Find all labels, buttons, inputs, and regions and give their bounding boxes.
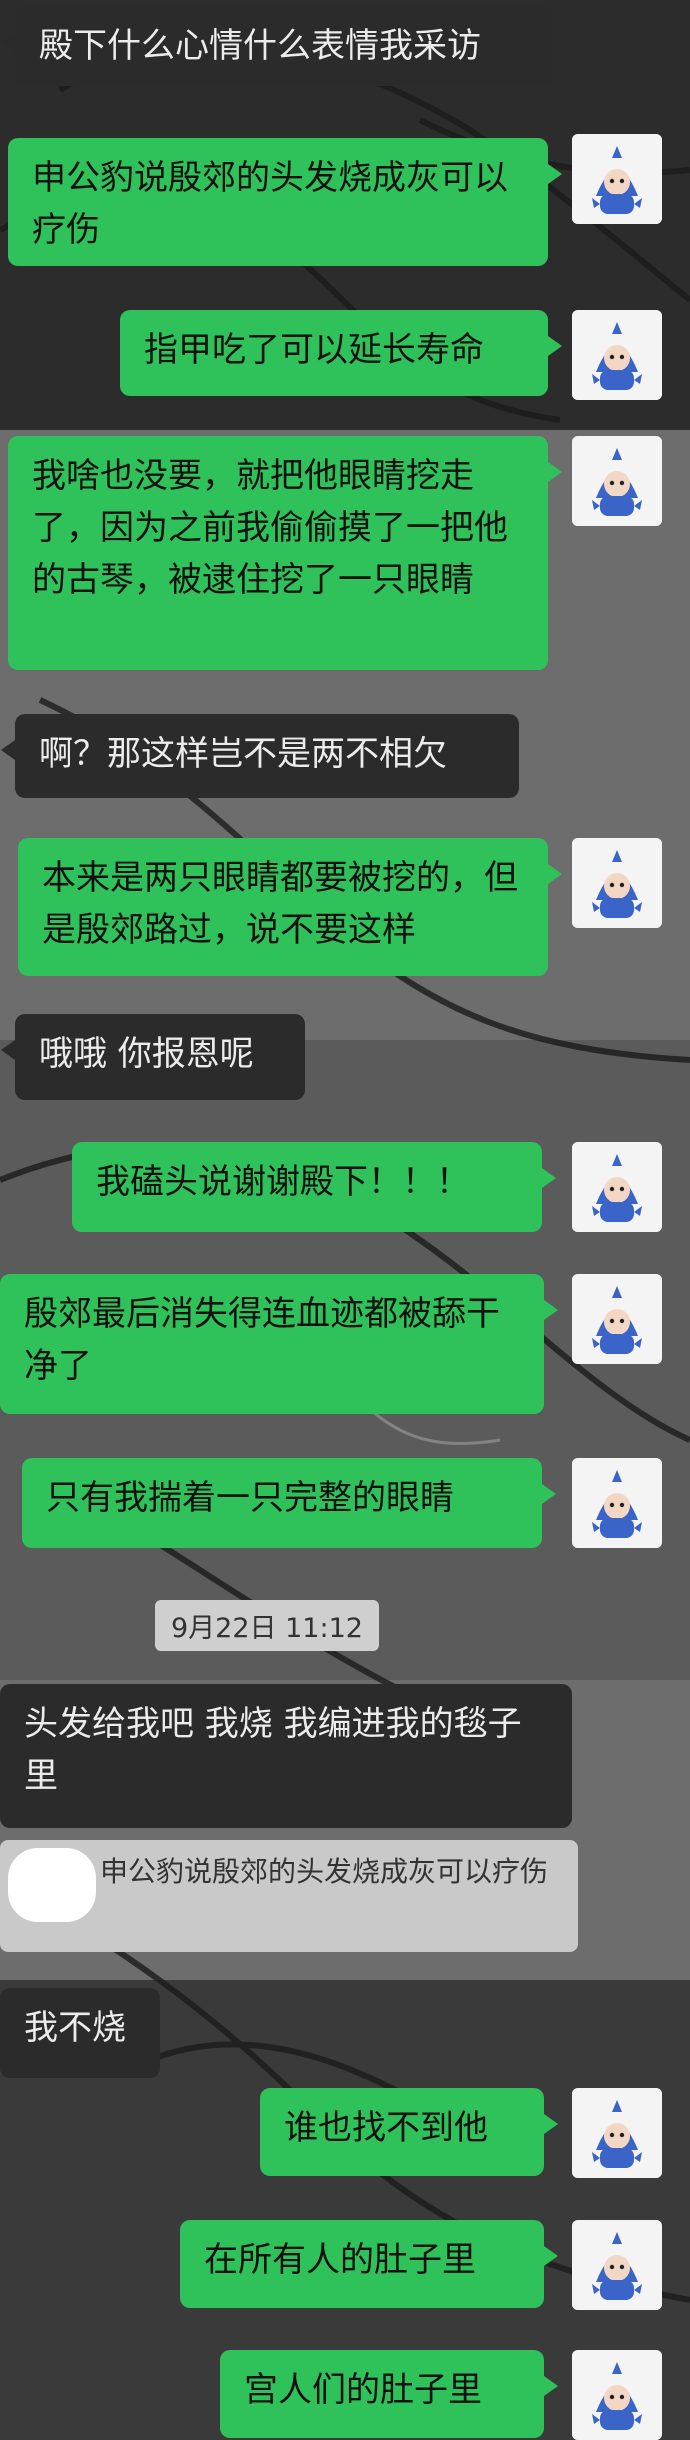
message-text: 谁也找不到他	[284, 2108, 488, 2148]
message-text: 宫人们的肚子里	[244, 2370, 482, 2410]
user-avatar[interactable]	[572, 1274, 662, 1364]
message-text: 申公豹说殷郊的头发烧成灰可以疗伤	[32, 158, 508, 250]
timestamp: 9月22日 11:12	[155, 1600, 379, 1651]
received-message[interactable]: 殿下什么心情什么表情我采访	[1, 6, 553, 86]
message-text: 啊？那这样岂不是两不相欠	[39, 734, 447, 774]
user-avatar[interactable]	[572, 436, 662, 526]
received-message[interactable]: 哦哦 你报恩呢	[1, 1014, 305, 1100]
message-text: 我磕头说谢谢殿下！！！	[96, 1162, 470, 1202]
message-text: 殷郊最后消失得连血迹都被舔干净了	[24, 1294, 500, 1386]
quoted-avatar-mask	[8, 1848, 96, 1922]
quoted-reply[interactable]: 申公豹说殷郊的头发烧成灰可以疗伤	[0, 1840, 578, 1952]
sent-message[interactable]: 本来是两只眼睛都要被挖的，但是殷郊路过，说不要这样	[18, 838, 562, 976]
user-avatar[interactable]	[572, 2220, 662, 2310]
user-avatar[interactable]	[572, 134, 662, 224]
message-text: 我不烧	[24, 2008, 126, 2048]
sent-message[interactable]: 指甲吃了可以延长寿命	[120, 310, 562, 396]
message-text: 指甲吃了可以延长寿命	[144, 330, 484, 370]
quoted-text: 申公豹说殷郊的头发烧成灰可以疗伤	[100, 1855, 549, 1888]
user-avatar[interactable]	[572, 1142, 662, 1232]
user-avatar[interactable]	[572, 2350, 662, 2440]
user-avatar[interactable]	[572, 838, 662, 928]
sent-message[interactable]: 申公豹说殷郊的头发烧成灰可以疗伤	[8, 138, 562, 266]
message-text: 只有我揣着一只完整的眼睛	[46, 1478, 454, 1518]
message-text: 在所有人的肚子里	[204, 2240, 476, 2280]
sent-message[interactable]: 在所有人的肚子里	[180, 2220, 558, 2308]
received-message[interactable]: 啊？那这样岂不是两不相欠	[1, 714, 519, 798]
message-text: 哦哦 你报恩呢	[39, 1034, 254, 1074]
user-avatar[interactable]	[572, 2088, 662, 2178]
user-avatar[interactable]	[572, 310, 662, 400]
sent-message[interactable]: 宫人们的肚子里	[220, 2350, 558, 2438]
message-text: 殿下什么心情什么表情我采访	[39, 26, 481, 66]
sent-message[interactable]: 只有我揣着一只完整的眼睛	[22, 1458, 556, 1548]
sent-message[interactable]: 谁也找不到他	[260, 2088, 558, 2176]
received-message[interactable]: 头发给我吧 我烧 我编进我的毯子里	[0, 1684, 572, 1828]
sent-message[interactable]: 我磕头说谢谢殿下！！！	[72, 1142, 556, 1232]
sent-message[interactable]: 殷郊最后消失得连血迹都被舔干净了	[0, 1274, 558, 1414]
message-text: 头发给我吧 我烧 我编进我的毯子里	[24, 1704, 522, 1796]
message-text: 本来是两只眼睛都要被挖的，但是殷郊路过，说不要这样	[42, 858, 518, 950]
received-message[interactable]: 我不烧	[0, 1988, 160, 2078]
message-text: 我啥也没要，就把他眼睛挖走了，因为之前我偷偷摸了一把他的古琴，被逮住挖了一只眼睛	[32, 456, 508, 600]
sent-message[interactable]: 我啥也没要，就把他眼睛挖走了，因为之前我偷偷摸了一把他的古琴，被逮住挖了一只眼睛	[8, 436, 562, 670]
user-avatar[interactable]	[572, 1458, 662, 1548]
